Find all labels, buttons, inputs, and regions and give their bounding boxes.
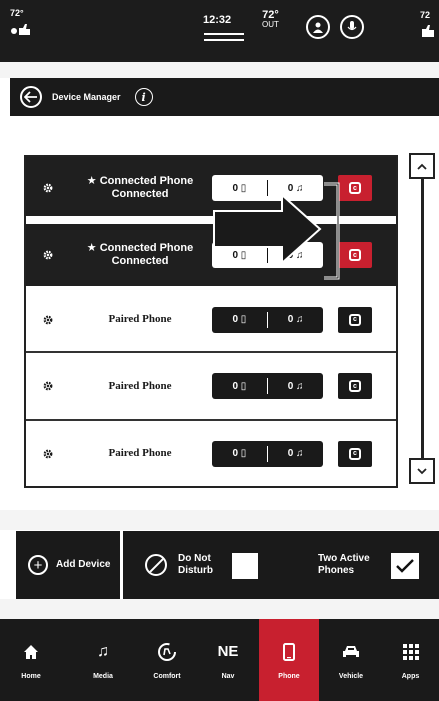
device-name: Paired Phone (108, 379, 172, 392)
add-device-button[interactable]: Add Device (56, 559, 110, 570)
comfort-icon (157, 641, 177, 663)
nav-comfort[interactable]: Comfort (136, 619, 198, 701)
two-active-phones-label: Two Active Phones (318, 553, 370, 577)
chevron-down-icon (417, 467, 427, 474)
info-icon[interactable]: i (134, 88, 153, 106)
phone-profile-toggle[interactable]: 0 ▯ (212, 381, 267, 392)
nav-label: Media (93, 672, 113, 680)
add-icon[interactable]: + (28, 555, 48, 575)
nav-label: Nav (221, 672, 235, 680)
do-not-disturb-icon (145, 554, 167, 576)
do-not-disturb-label-line2: Disturb (178, 565, 213, 576)
do-not-disturb-label-line1: Do Not (178, 553, 211, 564)
back-arrow-icon (24, 91, 37, 103)
clock: 12:32 (203, 14, 232, 26)
device-row-paired-1[interactable]: Paired Phone 0 ▯ 0 ♫ c (26, 288, 396, 353)
device-name: Paired Phone (108, 447, 172, 459)
device-name: Paired Phone (108, 313, 172, 325)
device-name-line1: ★ Connected Phone (86, 242, 194, 254)
do-not-disturb-label: Do Not Disturb (178, 553, 213, 577)
device-row-paired-2[interactable]: Paired Phone 0 ▯ 0 ♫ c (26, 353, 396, 421)
device-status: Connected (111, 188, 169, 200)
connection-icon: c (349, 313, 361, 326)
nav-phone[interactable]: Phone (259, 619, 319, 701)
chevron-up-icon (417, 163, 427, 170)
bottom-nav: Home ♫ Media Comfort NE Nav Phone Vehicl… (0, 619, 439, 701)
connect-button[interactable]: c (338, 306, 372, 333)
spacer (0, 62, 439, 78)
nav-label: Home (21, 672, 41, 680)
device-row-paired-3[interactable]: Paired Phone 0 ▯ 0 ♫ c (26, 421, 396, 486)
scroll-up-button[interactable] (409, 153, 435, 179)
action-divider (120, 531, 123, 599)
spacer (0, 599, 439, 619)
gear-icon[interactable] (42, 249, 54, 261)
phone-profile-toggle[interactable]: 0 ▯ (212, 314, 267, 325)
car-icon (342, 641, 360, 663)
device-list: ★ Connected Phone Connected 0 ▯ 0 ♫ c ★ … (24, 155, 398, 488)
action-bar: + Add Device Do Not Disturb Two Active P… (16, 531, 439, 599)
user-profile-icon[interactable] (306, 15, 330, 39)
nav-label: Vehicle (338, 672, 364, 680)
apps-grid-icon (402, 641, 419, 663)
outside-temperature: 72° OUT (262, 10, 279, 29)
device-name: ★ Connected Phone Connected (80, 242, 200, 268)
nav-label: Comfort (153, 672, 181, 680)
nav-nav[interactable]: NE Nav (200, 619, 256, 701)
nav-label: Apps (401, 672, 420, 680)
left-temperature: 72° (10, 8, 24, 18)
device-profile-pill[interactable]: 0 ▯ 0 ♫ (212, 440, 323, 467)
clock-underline (204, 33, 244, 41)
do-not-disturb-checkbox[interactable] (232, 553, 258, 579)
connect-button[interactable]: c (338, 373, 372, 399)
right-seat-heater-icon[interactable] (420, 24, 438, 41)
device-status: Connected (111, 255, 169, 267)
microphone-icon[interactable] (340, 15, 364, 39)
connection-icon: c (349, 380, 361, 392)
nav-media[interactable]: ♫ Media (72, 619, 134, 701)
page-title: Device Manager (52, 92, 121, 102)
left-seat-heater-icon[interactable] (10, 22, 32, 39)
compass-icon: NE (217, 643, 239, 660)
audio-profile-toggle[interactable]: 0 ♫ (268, 448, 323, 459)
gear-icon[interactable] (42, 380, 54, 392)
device-profile-pill[interactable]: 0 ▯ 0 ♫ (212, 306, 323, 333)
two-active-phones-checkbox[interactable] (391, 553, 419, 579)
nav-label: Phone (278, 672, 300, 680)
gear-icon[interactable] (42, 448, 54, 460)
device-profile-pill[interactable]: 0 ▯ 0 ♫ (212, 373, 323, 399)
right-temperature: 72 (420, 10, 431, 20)
device-name: ★ Connected Phone Connected (80, 175, 200, 201)
nav-apps[interactable]: Apps (382, 619, 439, 701)
device-name-line1: ★ Connected Phone (86, 175, 194, 187)
two-active-phones-label-line2: Phones (318, 565, 355, 576)
phone-icon (283, 641, 295, 663)
phone-profile-toggle[interactable]: 0 ▯ (212, 448, 267, 459)
nav-vehicle[interactable]: Vehicle (322, 619, 380, 701)
connection-icon: c (349, 447, 361, 460)
audio-profile-toggle[interactable]: 0 ♫ (268, 381, 323, 392)
audio-profile-toggle[interactable]: 0 ♫ (268, 314, 323, 325)
connect-button[interactable]: c (338, 440, 372, 467)
scroll-down-button[interactable] (409, 458, 435, 484)
gear-icon[interactable] (42, 314, 54, 326)
two-active-phones-label-line1: Two Active (318, 553, 370, 564)
checkmark-icon (396, 559, 414, 573)
scrollbar-track[interactable] (421, 179, 424, 458)
music-note-icon: ♫ (97, 642, 109, 660)
nav-home[interactable]: Home (0, 619, 62, 701)
status-bar: 72° 12:32 72° OUT 72 (0, 0, 439, 62)
page-header: Device Manager i (10, 78, 439, 116)
home-icon (23, 641, 39, 663)
spacer (0, 510, 439, 530)
switch-arrow-callout (213, 182, 340, 280)
outside-temp-label: OUT (262, 20, 279, 29)
back-button[interactable] (20, 86, 42, 108)
gear-icon[interactable] (42, 182, 54, 194)
